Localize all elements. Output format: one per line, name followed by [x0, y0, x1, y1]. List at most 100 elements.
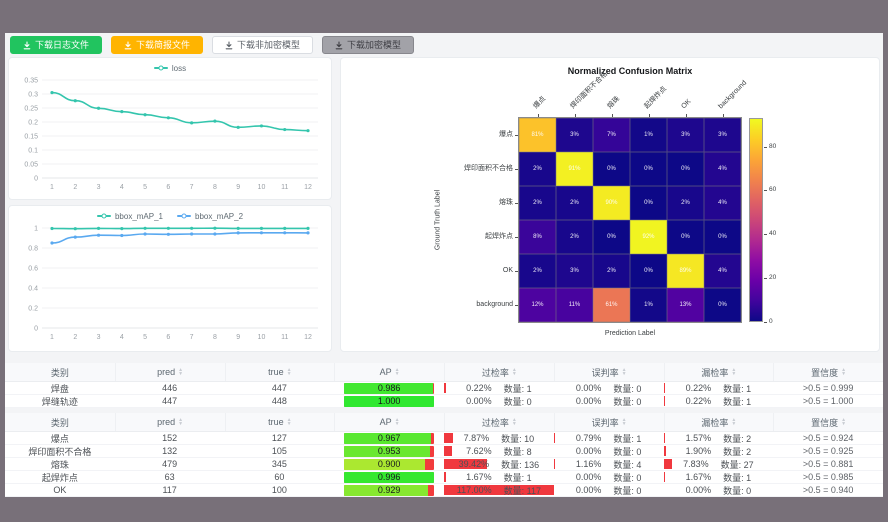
pct-count: 数量: 0 — [723, 484, 751, 496]
sort-icon[interactable]: ▲▼ — [512, 368, 517, 376]
legend-item-bbox_mAP_2[interactable]: bbox_mAP_2 — [177, 212, 243, 221]
svg-text:9: 9 — [236, 334, 240, 341]
cm-cell-value: 11% — [556, 302, 593, 308]
pct-count: 数量: 8 — [504, 445, 532, 457]
svg-text:12: 12 — [304, 184, 312, 191]
table-row: 焊盘4464470.9860.22%数量: 10.00%数量: 00.22%数量… — [5, 382, 883, 395]
column-header-conf[interactable]: 置信度▲▼ — [773, 413, 883, 431]
ap-value: 0.900 — [344, 459, 434, 470]
svg-text:6: 6 — [166, 334, 170, 341]
colorbar-tick-label: 40 — [769, 230, 776, 237]
button-label: 下载非加密模型 — [237, 41, 300, 50]
column-header-miss[interactable]: 漏检率▲▼ — [664, 363, 774, 381]
column-header-ap[interactable]: AP▲▼ — [334, 363, 444, 381]
ap-bar: 0.986 — [344, 383, 434, 394]
ap-value: 0.996 — [344, 472, 434, 483]
pct-bar — [664, 383, 666, 393]
pred-cell: 447 — [115, 395, 225, 407]
sort-icon[interactable]: ▲▼ — [841, 368, 846, 376]
pct-bar — [554, 433, 556, 443]
category-cell: 焊印面积不合格 — [5, 445, 115, 457]
header-label: AP — [380, 417, 392, 427]
sort-icon[interactable]: ▲▼ — [395, 418, 400, 426]
cm-cell: 89% — [667, 254, 704, 288]
cm-cell-value: 0% — [630, 200, 667, 206]
column-header-true[interactable]: true▲▼ — [225, 363, 335, 381]
missed-cell: 7.83%数量: 27 — [664, 458, 774, 470]
cm-axis-tick — [515, 271, 518, 272]
ap-cell: 0.929 — [334, 484, 444, 496]
pct-value: 39.42% — [459, 459, 490, 469]
sort-icon[interactable]: ▲▼ — [841, 418, 846, 426]
cm-cell-value: 4% — [704, 166, 741, 172]
missed-cell: 1.67%数量: 1 — [664, 471, 774, 483]
sort-icon[interactable]: ▲▼ — [287, 368, 292, 376]
download-report-file-button[interactable]: 下载简报文件 — [111, 36, 203, 54]
confidence-cell: >0.5 = 0.999 — [773, 382, 883, 394]
download-encrypted-model-button[interactable]: 下载加密模型 — [322, 36, 414, 54]
colorbar — [749, 118, 763, 322]
sort-icon[interactable]: ▲▼ — [178, 368, 183, 376]
column-header-conf[interactable]: 置信度▲▼ — [773, 363, 883, 381]
cm-cell-value: 2% — [556, 200, 593, 206]
download-plain-model-button[interactable]: 下载非加密模型 — [212, 36, 313, 54]
missed-cell: 0.22%数量: 1 — [664, 395, 774, 407]
column-header-miss[interactable]: 漏检率▲▼ — [664, 413, 774, 431]
column-header-pred[interactable]: pred▲▼ — [115, 363, 225, 381]
download-log-file-button[interactable]: 下载日志文件 — [10, 36, 102, 54]
column-header-ap[interactable]: AP▲▼ — [334, 413, 444, 431]
svg-text:0.3: 0.3 — [28, 92, 38, 99]
column-header-true[interactable]: true▲▼ — [225, 413, 335, 431]
column-header-mis[interactable]: 误判率▲▼ — [554, 413, 664, 431]
sort-icon[interactable]: ▲▼ — [178, 418, 183, 426]
map-chart: 00.20.40.60.81123456789101112 — [12, 222, 328, 344]
cm-cell: 2% — [519, 186, 556, 220]
sort-icon[interactable]: ▲▼ — [731, 368, 736, 376]
cm-axis-tick — [515, 237, 518, 238]
column-header-over[interactable]: 过检率▲▼ — [444, 413, 554, 431]
over-detect-cell: 7.62%数量: 8 — [444, 445, 554, 457]
sort-icon[interactable]: ▲▼ — [395, 368, 400, 376]
cm-cell: 1% — [630, 288, 667, 322]
misjudge-cell: 0.79%数量: 1 — [554, 432, 664, 444]
svg-text:12: 12 — [304, 334, 312, 341]
download-icon — [225, 41, 233, 50]
button-label: 下载简报文件 — [136, 41, 190, 50]
missed-cell: 0.22%数量: 1 — [664, 382, 774, 394]
colorbar-tick — [764, 147, 767, 148]
cm-col-label: 熔珠 — [606, 95, 622, 111]
sort-icon[interactable]: ▲▼ — [622, 418, 627, 426]
column-header-pred[interactable]: pred▲▼ — [115, 413, 225, 431]
cm-axis-tick — [515, 169, 518, 170]
sort-icon[interactable]: ▲▼ — [287, 418, 292, 426]
loss-chart-legend: loss — [9, 58, 331, 74]
svg-text:0.05: 0.05 — [24, 162, 38, 169]
cm-row-label: OK — [369, 254, 513, 288]
pct-bar — [444, 446, 452, 456]
legend-marker-icon — [177, 215, 191, 217]
button-label: 下载加密模型 — [347, 41, 401, 50]
column-header-over[interactable]: 过检率▲▼ — [444, 363, 554, 381]
sort-icon[interactable]: ▲▼ — [731, 418, 736, 426]
cm-cell-value: 0% — [630, 166, 667, 172]
legend-dot — [182, 214, 187, 219]
legend-item-loss[interactable]: loss — [154, 64, 186, 73]
cm-cell: 13% — [667, 288, 704, 322]
over-detect-cell: 0.00%数量: 0 — [444, 395, 554, 407]
svg-text:0.25: 0.25 — [24, 106, 38, 113]
cm-col-label: OK — [680, 98, 693, 111]
true-cell: 448 — [225, 395, 335, 407]
cm-cell-value: 61% — [593, 302, 630, 308]
legend-item-bbox_mAP_1[interactable]: bbox_mAP_1 — [97, 212, 163, 221]
sort-icon[interactable]: ▲▼ — [512, 418, 517, 426]
true-cell: 105 — [225, 445, 335, 457]
metrics-table-top: 类别pred▲▼true▲▼AP▲▼过检率▲▼误判率▲▼漏检率▲▼置信度▲▼焊盘… — [5, 363, 883, 408]
cm-cell-value: 2% — [519, 268, 556, 274]
svg-text:0.15: 0.15 — [24, 134, 38, 141]
sort-icon[interactable]: ▲▼ — [622, 368, 627, 376]
cm-axis-tick — [575, 114, 576, 117]
ap-bar: 0.996 — [344, 472, 434, 483]
column-header-mis[interactable]: 误判率▲▼ — [554, 363, 664, 381]
cm-cell: 0% — [704, 288, 741, 322]
cm-cell: 0% — [630, 254, 667, 288]
